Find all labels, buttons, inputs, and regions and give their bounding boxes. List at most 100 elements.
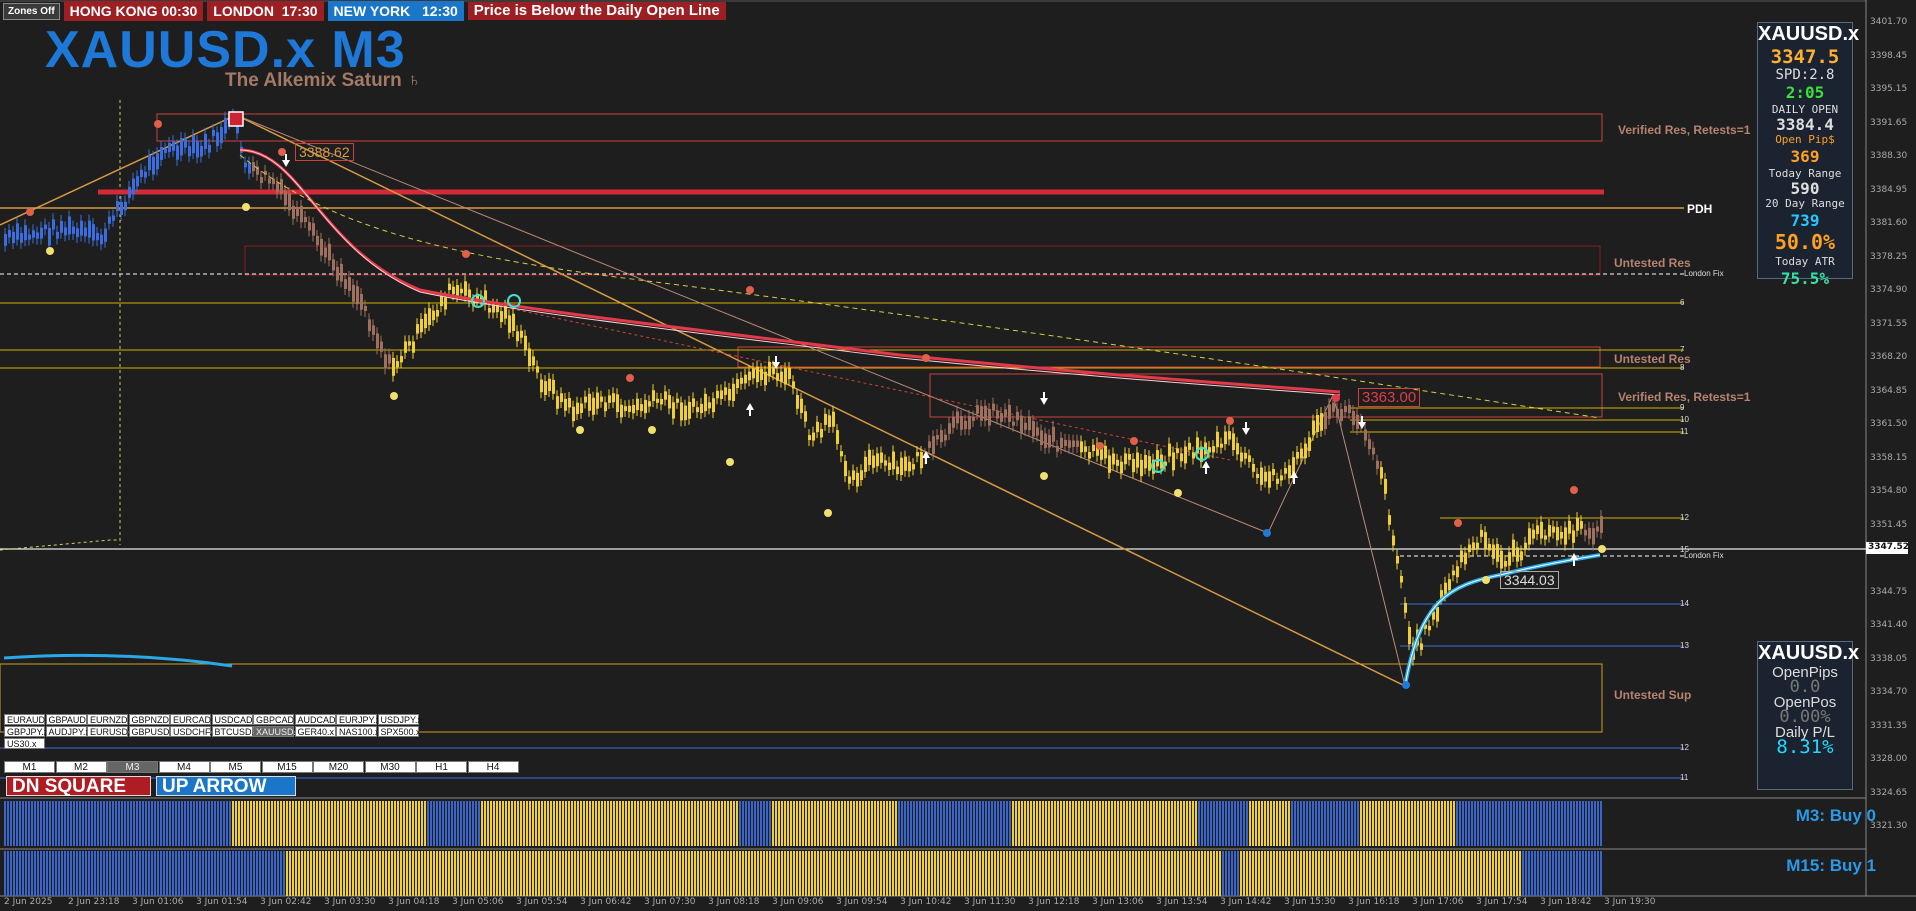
candle-body xyxy=(580,403,583,413)
dn-square-button[interactable]: DN SQUARE xyxy=(6,776,151,797)
symbol-button[interactable]: SPX500.x xyxy=(377,726,421,737)
symbol-button[interactable]: GBPCAD.x xyxy=(253,714,301,725)
buy-signal-bar xyxy=(286,851,288,896)
buy-signal-bar xyxy=(556,801,558,846)
symbol-button[interactable]: US30.x xyxy=(4,738,45,749)
buy-signal-bar xyxy=(451,851,453,896)
buy-signal-bar xyxy=(1303,801,1305,846)
timeframe-button-m2[interactable]: M2 xyxy=(55,761,107,773)
buy-signal-bar xyxy=(511,801,513,846)
candle-body xyxy=(892,451,895,470)
buy-signal-bar xyxy=(754,801,756,846)
buy-signal-bar xyxy=(982,851,984,896)
dn-square-marker xyxy=(228,111,244,127)
buy-signal-bar xyxy=(769,801,771,846)
timeframe-button-h4[interactable]: H4 xyxy=(467,761,519,773)
candle-body xyxy=(1480,529,1483,537)
timeframe-button-h1[interactable]: H1 xyxy=(416,761,467,773)
buy-signal-bar xyxy=(1549,801,1551,846)
buy-signal-bar xyxy=(61,851,63,896)
buy-signal-bar xyxy=(958,801,960,846)
buy-signal-bar xyxy=(259,851,261,896)
timeframe-button-m3[interactable]: M3 xyxy=(107,761,158,773)
symbol-button[interactable]: GBPUSD.x xyxy=(128,726,177,737)
symbol-button[interactable]: BTCUSD.x xyxy=(211,726,259,737)
symbol-button[interactable]: EURAUD.x xyxy=(4,714,52,725)
buy-signal-bar xyxy=(466,801,468,846)
buy-signal-bar xyxy=(76,851,78,896)
buy-signal-bar xyxy=(1492,851,1494,896)
buy-signal-bar xyxy=(658,851,660,896)
zones-off-button[interactable]: Zones Off xyxy=(3,2,60,20)
symbol-button[interactable]: EURCAD.x xyxy=(170,714,218,725)
buy-signal-bar xyxy=(1528,851,1530,896)
buy-signal-bar xyxy=(718,801,720,846)
time-axis-label: 3 Jun 07:30 xyxy=(644,897,696,907)
buy-signal-bar xyxy=(1456,801,1458,846)
candle-body xyxy=(148,155,151,171)
symbol-button[interactable]: EURJPY.x xyxy=(336,714,380,725)
buy-signal-bar xyxy=(1531,801,1533,846)
buy-signal-bar xyxy=(676,801,678,846)
candle-body xyxy=(196,141,199,158)
candle-body xyxy=(968,416,971,430)
candle-body xyxy=(884,460,887,466)
buy-signal-bar xyxy=(1441,851,1443,896)
buy-signal-bar xyxy=(154,851,156,896)
symbol-button[interactable]: AUDCAD.x xyxy=(294,714,343,725)
symbol-button[interactable]: GBPNZD.x xyxy=(128,714,176,725)
candle-body xyxy=(1216,431,1219,448)
buy-signal-bar xyxy=(193,851,195,896)
symbol-button[interactable]: USDCAD.x xyxy=(211,714,260,725)
buy-signal-bar xyxy=(85,801,87,846)
candle-body xyxy=(208,144,211,153)
buy-signal-bar xyxy=(1078,801,1080,846)
buy-signal-bar xyxy=(466,851,468,896)
buy-signal-bar xyxy=(934,851,936,896)
timeframe-button-m20[interactable]: M20 xyxy=(313,761,364,773)
timeframe-button-m5[interactable]: M5 xyxy=(210,761,261,773)
buy-signal-bar xyxy=(619,801,621,846)
buy-signal-bar xyxy=(574,801,576,846)
symbol-button[interactable]: XAUUSD.x xyxy=(253,726,301,737)
buy-signal-bar xyxy=(1297,801,1299,846)
buy-signal-bar xyxy=(1375,801,1377,846)
buy-signal-bar xyxy=(754,851,756,896)
up-arrow-button[interactable]: UP ARROW xyxy=(156,776,296,797)
buy-signal-bar xyxy=(646,851,648,896)
symbol-button[interactable]: AUDJPY.x xyxy=(45,726,90,737)
symbol-button[interactable]: EURUSD.x xyxy=(87,726,135,737)
candle-body xyxy=(928,441,931,448)
candle-body xyxy=(856,472,859,487)
candle-body xyxy=(8,230,11,238)
buy-signal-bar xyxy=(283,801,285,846)
timeframe-button-m30[interactable]: M30 xyxy=(364,761,416,773)
buy-signal-bar xyxy=(421,851,423,896)
candle-body xyxy=(1068,440,1071,448)
candle-body xyxy=(244,162,247,168)
timeframe-button-m15[interactable]: M15 xyxy=(261,761,313,773)
timeframe-button-m1[interactable]: M1 xyxy=(4,761,55,773)
buy-signal-bar xyxy=(1576,801,1578,846)
candle-body xyxy=(1448,579,1451,591)
candle-body xyxy=(1156,450,1159,467)
buy-signal-bar xyxy=(1030,801,1032,846)
symbol-button[interactable]: NAS100.x xyxy=(336,726,380,737)
symbol-button[interactable]: USDCHF.x xyxy=(170,726,217,737)
symbol-button[interactable]: GER40.x xyxy=(294,726,336,737)
candle-body xyxy=(152,156,155,175)
symbol-button[interactable]: USDJPY.x xyxy=(377,714,422,725)
symbol-button[interactable]: GBPAUD.x xyxy=(45,714,93,725)
candle-body xyxy=(1080,441,1083,453)
buy-signal-bar xyxy=(208,801,210,846)
candle-body xyxy=(1260,467,1263,485)
m15-buy-label: M15: Buy 1 xyxy=(1786,856,1876,875)
timeframe-button-m4[interactable]: M4 xyxy=(158,761,210,773)
buy-signal-bar xyxy=(1171,801,1173,846)
candle-body xyxy=(1496,543,1499,562)
symbol-button[interactable]: EURNZD.x xyxy=(87,714,135,725)
buy-signal-bar xyxy=(31,801,33,846)
candle-body xyxy=(188,146,191,157)
symbol-button[interactable]: GBPJPY.x xyxy=(4,726,48,737)
buy-signal-bar xyxy=(1057,801,1059,846)
